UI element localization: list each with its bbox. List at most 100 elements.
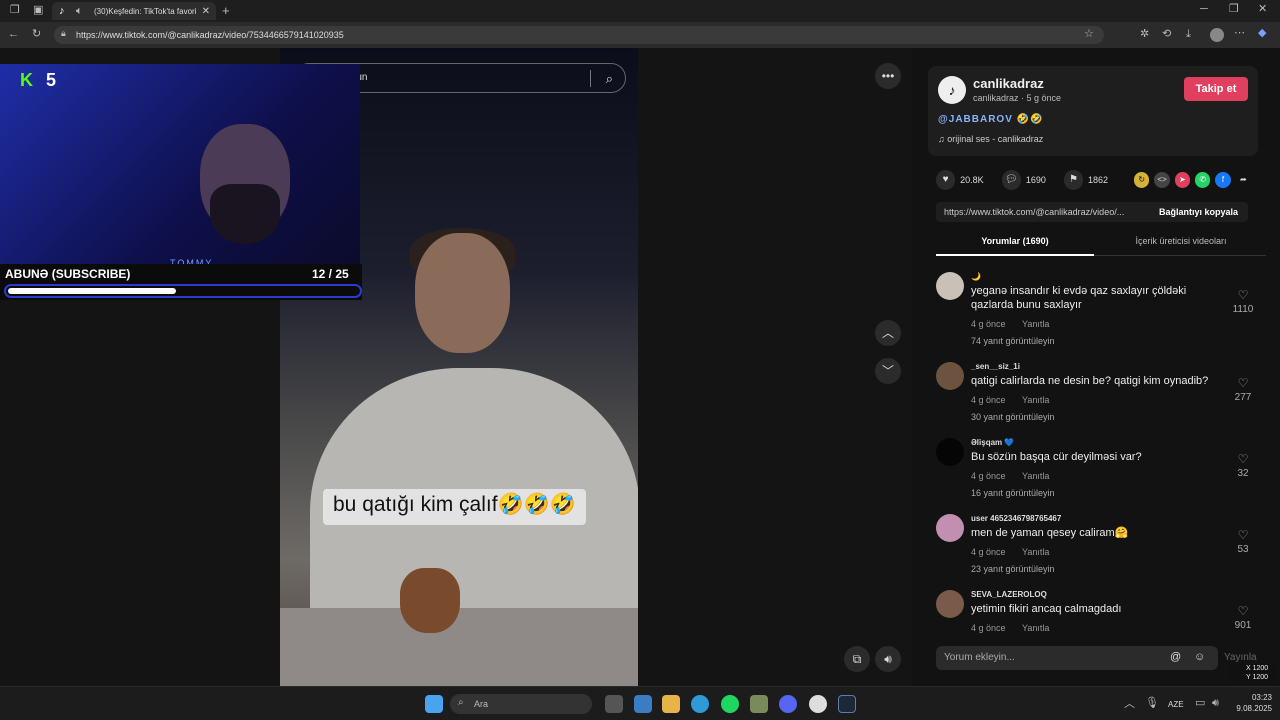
volume-tray-icon[interactable]: 🔊︎ xyxy=(1212,698,1219,709)
search-icon[interactable]: ⌕ xyxy=(606,72,613,85)
close-window-icon[interactable]: ✕ xyxy=(1258,4,1267,15)
reply-button[interactable]: Yanıtla xyxy=(1022,623,1049,633)
comment-avatar[interactable] xyxy=(936,272,964,300)
coords-y: Y 1200 xyxy=(1246,674,1269,681)
comment-avatar[interactable] xyxy=(936,362,964,390)
discord-icon[interactable] xyxy=(779,695,797,713)
comment-author[interactable]: _sen__siz_1i xyxy=(971,362,1020,371)
reply-button[interactable]: Yanıtla xyxy=(1022,319,1049,329)
comment-avatar[interactable] xyxy=(936,438,964,466)
maximize-icon[interactable]: ❐ xyxy=(1229,4,1239,15)
chrome-icon[interactable] xyxy=(809,695,827,713)
kick-logo-icon: K xyxy=(20,70,33,90)
close-tab-icon[interactable]: ✕ xyxy=(202,6,210,17)
post-comment-button[interactable]: Yayınla xyxy=(1224,652,1257,663)
comment-text: qatigi calirlarda ne desin be? qatigi ki… xyxy=(971,375,1209,387)
reply-button[interactable]: Yanıtla xyxy=(1022,547,1049,557)
emoji-icon[interactable]: ☺ xyxy=(1194,652,1205,663)
volume-button[interactable]: 🔊︎ xyxy=(875,646,901,672)
browser-tab[interactable]: ♪ 🔈︎ (30)Keşfedin: TikTok'ta favori ✕ xyxy=(52,2,216,20)
next-video-button[interactable]: ﹀ xyxy=(875,358,901,384)
app-icon[interactable] xyxy=(750,695,768,713)
previous-video-button[interactable]: ︿ xyxy=(875,320,901,346)
view-replies-button[interactable]: 74 yanıt görüntüleyin xyxy=(971,336,1055,346)
mention-icon[interactable]: @ xyxy=(1170,652,1181,663)
comment-like-icon[interactable]: ♡ xyxy=(1226,604,1260,618)
post-description[interactable]: @JABBAROV 🤣🤣 xyxy=(938,114,1044,125)
comment-like-icon[interactable]: ♡ xyxy=(1226,288,1260,302)
creator-subline: canlikadraz · 5 g önce xyxy=(973,93,1062,103)
follow-button[interactable]: Takip et xyxy=(1184,77,1248,101)
copy-link-button[interactable]: Bağlantıyı kopyala xyxy=(1159,202,1238,222)
language-indicator[interactable]: AZE xyxy=(1168,700,1184,709)
facebook-icon[interactable]: f xyxy=(1215,172,1231,188)
comment-author[interactable]: 🌙 xyxy=(971,272,981,281)
favorite-star-icon[interactable]: ☆ xyxy=(1084,29,1094,40)
widgets-icon[interactable] xyxy=(634,695,652,713)
view-replies-button[interactable]: 23 yanıt görüntüleyin xyxy=(971,564,1055,574)
more-menu-icon[interactable]: ⋯ xyxy=(1234,28,1245,39)
comment-like-icon[interactable]: ♡ xyxy=(1226,452,1260,466)
speaker-muted-icon[interactable]: 🔈︎ xyxy=(76,6,83,17)
windows-start-icon[interactable] xyxy=(425,695,443,713)
task-view-icon[interactable] xyxy=(605,695,623,713)
browser-tab-strip: ❐ ▣ ♪ 🔈︎ (30)Keşfedin: TikTok'ta favori … xyxy=(0,0,1280,22)
comment-item: 🌙 yeganə insandır ki evdə qaz saxlayır ç… xyxy=(936,270,1266,346)
comment-item: SEVA_LAZEROLOQ yetimin fikiri ancaq calm… xyxy=(936,588,1266,634)
reply-button[interactable]: Yanıtla xyxy=(1022,395,1049,405)
history-icon[interactable]: ⟲ xyxy=(1162,29,1171,40)
steam-icon[interactable] xyxy=(838,695,856,713)
display-icon[interactable]: ▭ xyxy=(1195,698,1205,709)
subscribe-count: 12 / 25 xyxy=(312,267,349,281)
comment-like-icon[interactable]: ♡ xyxy=(1226,376,1260,390)
comment-time: 4 g önce xyxy=(971,395,1006,405)
microphone-icon[interactable]: 🎙︎ xyxy=(1145,698,1159,709)
pip-button[interactable]: ⧉ xyxy=(844,646,870,672)
more-options-button[interactable]: ••• xyxy=(875,63,901,89)
send-icon[interactable]: ➤ xyxy=(1174,172,1191,188)
tray-overflow-icon[interactable]: ︿ xyxy=(1124,699,1135,710)
whatsapp-icon[interactable]: ✆ xyxy=(1195,172,1211,188)
creator-username[interactable]: canlikadraz xyxy=(973,76,1044,91)
comment-avatar[interactable] xyxy=(936,514,964,542)
comment-time: 4 g önce xyxy=(971,471,1006,481)
copilot-icon[interactable]: ◆ xyxy=(1258,28,1266,39)
comment-icon[interactable]: 💬︎ xyxy=(1001,170,1021,190)
back-icon[interactable]: ← xyxy=(8,29,19,40)
comment-input[interactable]: Yorum ekleyin... @ ☺ xyxy=(936,646,1218,670)
view-replies-button[interactable]: 16 yanıt görüntüleyin xyxy=(971,488,1055,498)
refresh-icon[interactable]: ↻ xyxy=(32,29,41,40)
search-divider xyxy=(590,70,591,87)
extensions-icon[interactable]: ✲ xyxy=(1140,29,1149,40)
share-arrow-icon[interactable]: ➦ xyxy=(1236,172,1251,188)
new-tab-icon[interactable]: + xyxy=(222,4,230,17)
repost-icon[interactable]: ↻ xyxy=(1134,172,1150,188)
view-replies-button[interactable]: 30 yanıt görüntüleyin xyxy=(971,412,1055,422)
comment-author[interactable]: Əlişqam 💙 xyxy=(971,438,1014,447)
creator-avatar[interactable]: ♪ xyxy=(938,76,966,104)
workspaces-icon[interactable]: ❐ xyxy=(10,5,20,16)
minimize-icon[interactable]: ─ xyxy=(1200,4,1208,15)
tab-comments[interactable]: Yorumlar (1690) xyxy=(936,236,1094,246)
tab-creator-videos[interactable]: İçerik üreticisi videoları xyxy=(1096,236,1266,246)
downloads-icon[interactable]: ⤓ xyxy=(1186,29,1191,40)
comment-author[interactable]: SEVA_LAZEROLOQ xyxy=(971,590,1047,599)
embed-icon[interactable]: <> xyxy=(1154,172,1170,188)
profile-avatar-icon[interactable] xyxy=(1210,28,1224,42)
comment-avatar[interactable] xyxy=(936,590,964,618)
post-music[interactable]: ♫ orijinal ses - canlikadraz xyxy=(938,134,1043,144)
edge-icon[interactable] xyxy=(691,695,709,713)
url-field[interactable]: 🔒︎ https://www.tiktok.com/@canlikadraz/v… xyxy=(54,26,1104,44)
comment-like-count: 277 xyxy=(1234,392,1252,403)
comment-author[interactable]: user 4652346798765467 xyxy=(971,514,1061,523)
comment-like-icon[interactable]: ♡ xyxy=(1226,528,1260,542)
system-clock[interactable]: 03:23 9.08.2025 xyxy=(1232,692,1272,714)
taskbar-search[interactable]: ⌕ Ara xyxy=(450,694,592,714)
heart-icon[interactable]: ♥ xyxy=(936,170,956,190)
file-explorer-icon[interactable] xyxy=(662,695,680,713)
bookmark-icon[interactable]: ⚑ xyxy=(1063,170,1084,190)
reply-button[interactable]: Yanıtla xyxy=(1022,471,1049,481)
spotify-icon[interactable] xyxy=(721,695,739,713)
tab-actions-icon[interactable]: ▣ xyxy=(33,5,43,16)
link-text[interactable]: https://www.tiktok.com/@canlikadraz/vide… xyxy=(944,207,1124,217)
